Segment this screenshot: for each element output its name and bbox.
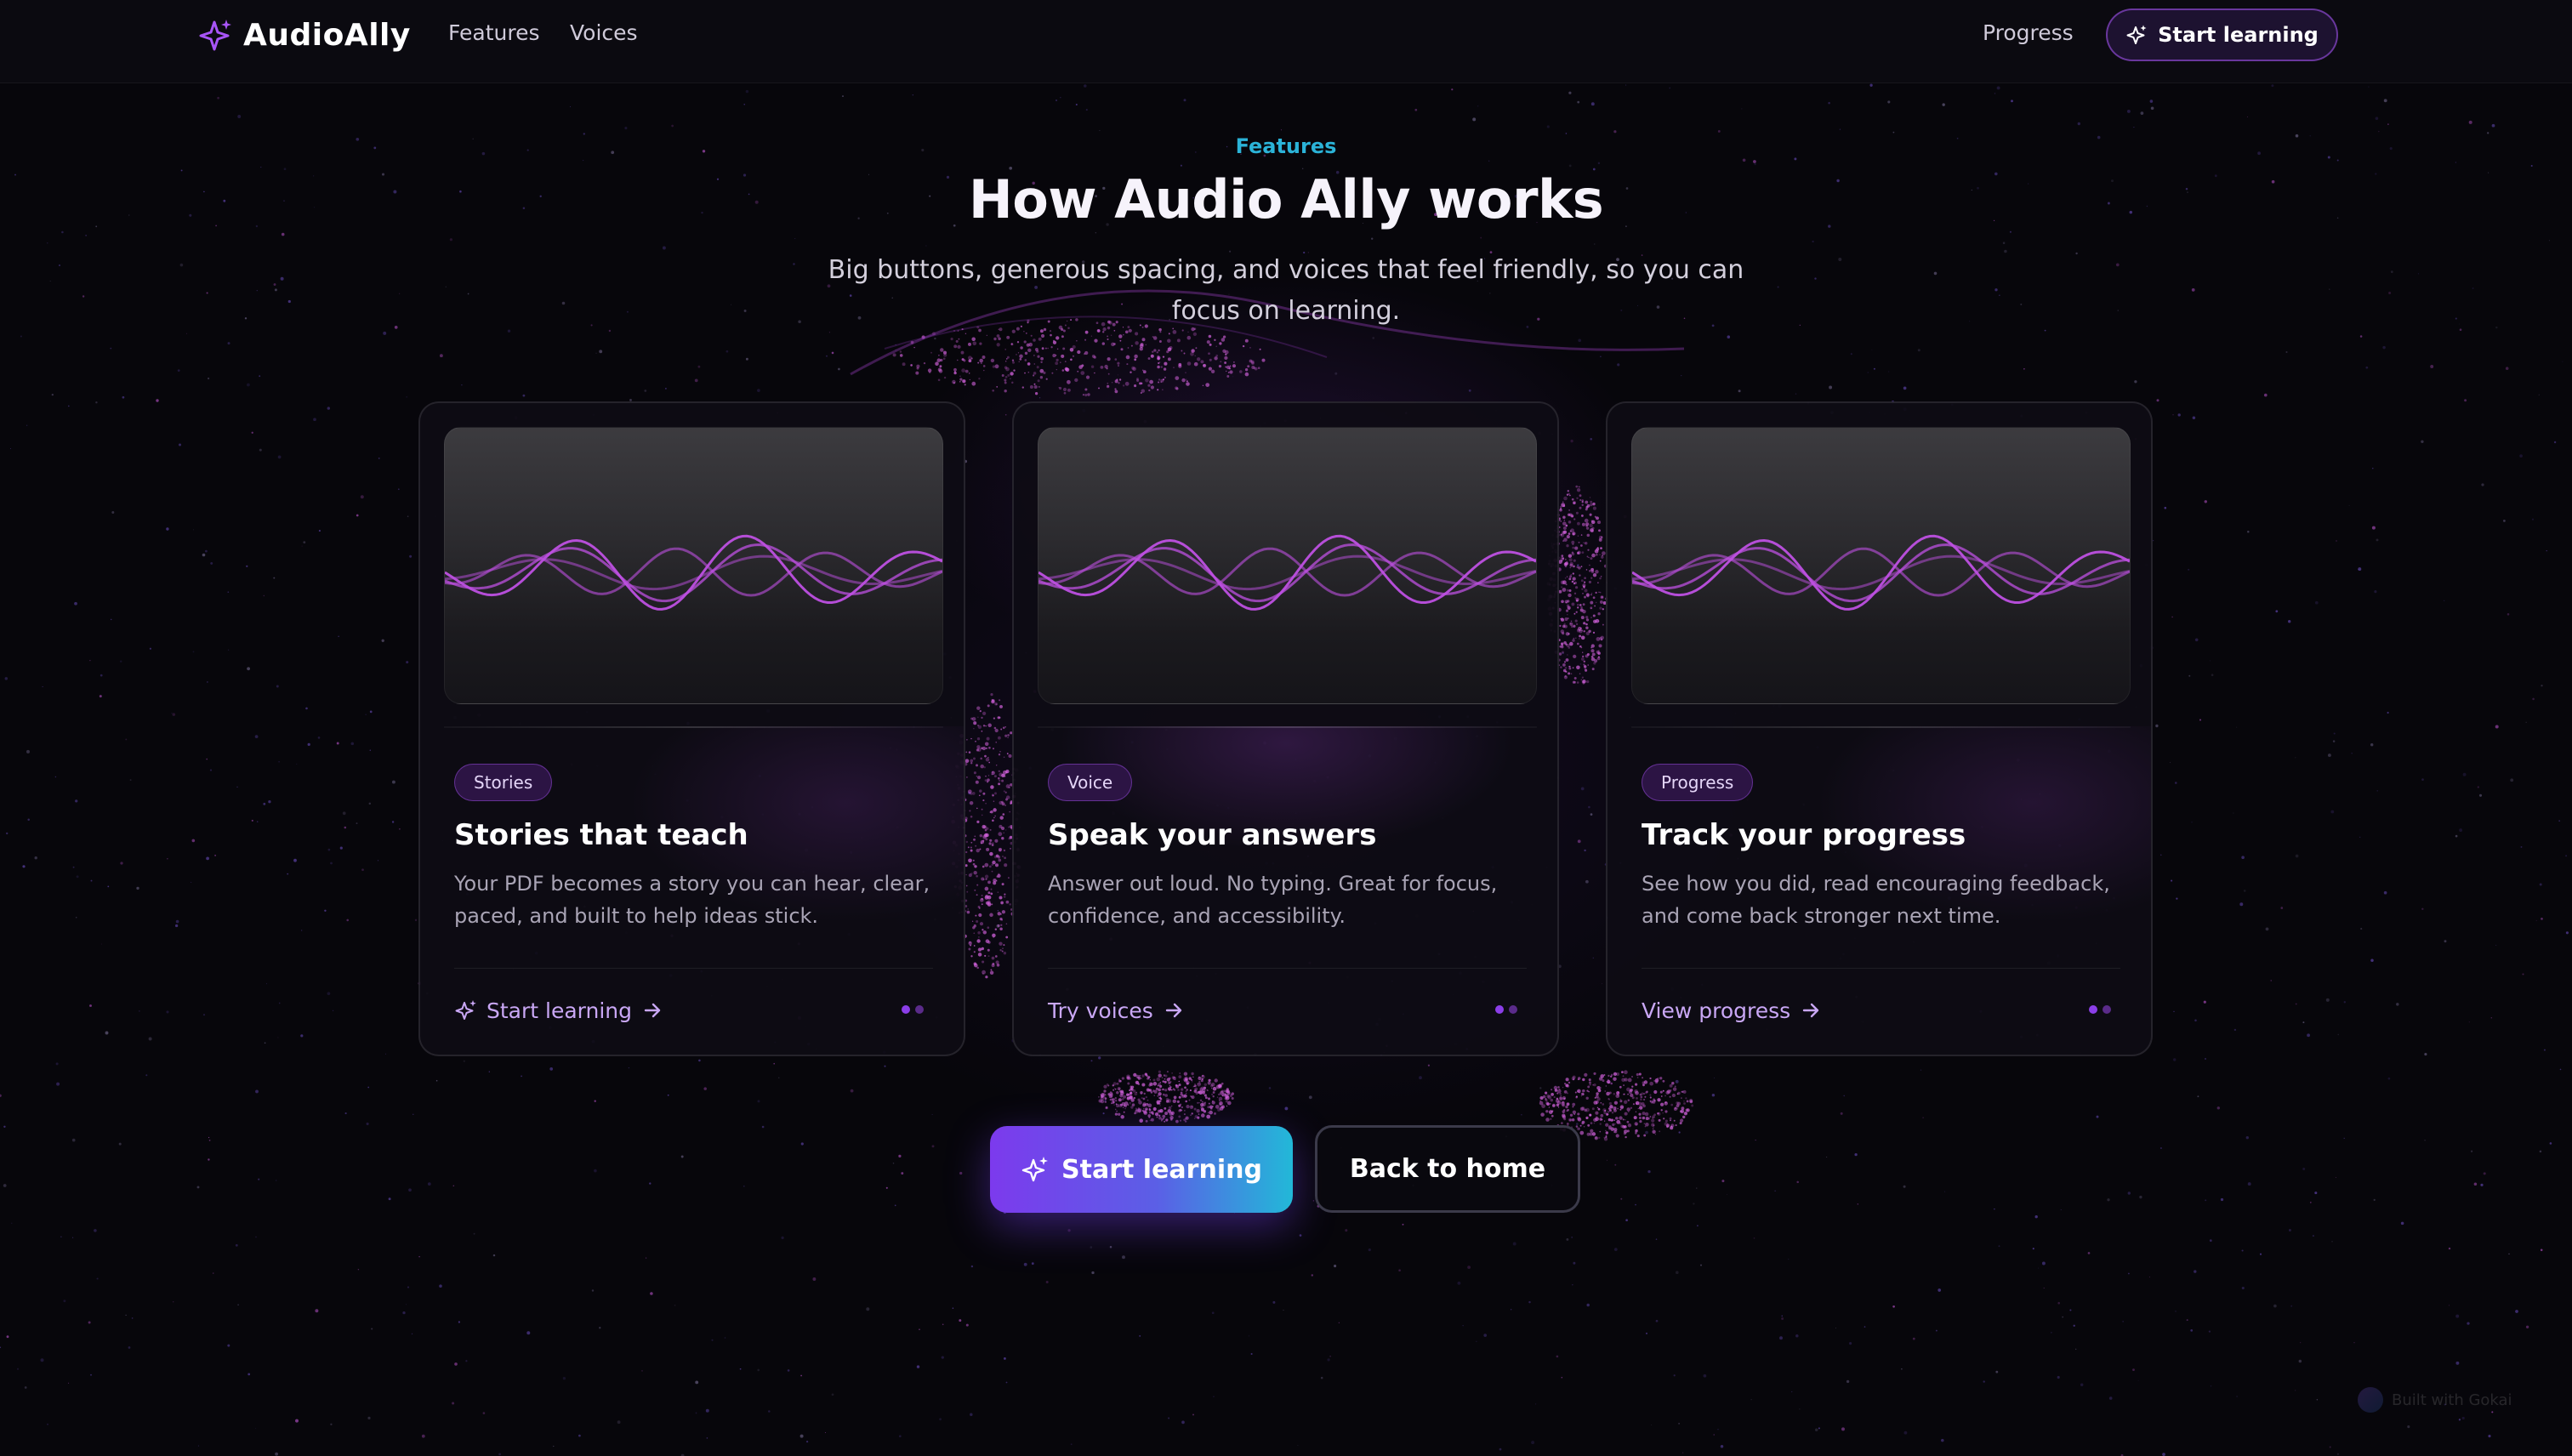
page: AudioAlly Features Voices Progress Start… bbox=[0, 0, 2572, 1456]
card-link-view-progress[interactable]: View progress bbox=[1642, 993, 1823, 1027]
page-subtitle: Big buttons, generous spacing, and voice… bbox=[828, 255, 1744, 326]
nav-start-learning-button[interactable]: Start learning bbox=[2106, 9, 2338, 61]
start-learning-label: Start learning bbox=[1061, 1154, 1262, 1185]
top-navigation: AudioAlly Features Voices Progress Start… bbox=[0, 0, 2572, 83]
card-title: Speak your answers bbox=[1048, 818, 1377, 852]
arrow-right-icon bbox=[1803, 1003, 1819, 1018]
brand-name: AudioAlly bbox=[243, 17, 411, 53]
card-description: Answer out loud. No typing. Great for fo… bbox=[1048, 872, 1498, 928]
builder-logo-icon bbox=[2358, 1387, 2383, 1413]
feature-card-progress: Progress Track your progress See how you… bbox=[1606, 401, 2153, 1056]
start-learning-button[interactable]: Start learning bbox=[990, 1126, 1293, 1213]
card-link-label: View progress bbox=[1642, 998, 1791, 1023]
built-with-badge[interactable]: Built with Gokai bbox=[2358, 1386, 2512, 1413]
waveform-graphic bbox=[1038, 534, 1536, 611]
built-with-label: Built with Gokai bbox=[2392, 1391, 2512, 1409]
card-badge: Voice bbox=[1048, 764, 1133, 801]
waveform-graphic bbox=[1632, 534, 2130, 611]
waveform-image bbox=[1631, 427, 2131, 704]
card-dots-indicator bbox=[1495, 1005, 1517, 1014]
waveform-image bbox=[1038, 427, 1537, 704]
card-description: Your PDF becomes a story you can hear, c… bbox=[454, 872, 930, 928]
arrow-right-icon bbox=[644, 1003, 661, 1018]
section-eyebrow: Features bbox=[1235, 134, 1337, 158]
arrow-right-icon bbox=[1165, 1003, 1182, 1018]
nav-link-voices[interactable]: Voices bbox=[570, 20, 638, 45]
nav-link-progress[interactable]: Progress bbox=[1983, 20, 2074, 45]
card-link-try-voices[interactable]: Try voices bbox=[1048, 993, 1186, 1027]
card-link-start-learning[interactable]: Start learning bbox=[454, 993, 664, 1027]
card-title: Stories that teach bbox=[454, 818, 748, 852]
card-description: See how you did, read encouraging feedba… bbox=[1642, 872, 2110, 928]
sparkles-icon bbox=[199, 20, 231, 51]
card-badge: Progress bbox=[1642, 764, 1754, 801]
card-title: Track your progress bbox=[1642, 818, 1966, 852]
sparkles-icon bbox=[455, 1000, 476, 1020]
nav-start-learning-label: Start learning bbox=[2158, 23, 2319, 47]
card-dots-indicator bbox=[902, 1005, 924, 1014]
card-badge: Stories bbox=[454, 764, 553, 801]
brand-logo[interactable]: AudioAlly bbox=[197, 15, 411, 54]
card-dots-indicator bbox=[2089, 1005, 2111, 1014]
page-title: How Audio Ally works bbox=[968, 168, 1604, 230]
card-link-label: Try voices bbox=[1048, 998, 1153, 1023]
sparkles-icon bbox=[2126, 25, 2147, 44]
feature-card-stories: Stories Stories that teach Your PDF beco… bbox=[418, 401, 965, 1056]
back-to-home-label: Back to home bbox=[1349, 1154, 1546, 1184]
nav-link-features[interactable]: Features bbox=[448, 20, 540, 45]
card-link-label: Start learning bbox=[487, 998, 633, 1023]
feature-card-voice: Voice Speak your answers Answer out loud… bbox=[1012, 401, 1559, 1056]
sparkles-icon bbox=[1021, 1157, 1049, 1182]
back-to-home-button[interactable]: Back to home bbox=[1315, 1125, 1580, 1213]
waveform-image bbox=[444, 427, 943, 704]
waveform-graphic bbox=[445, 534, 942, 611]
